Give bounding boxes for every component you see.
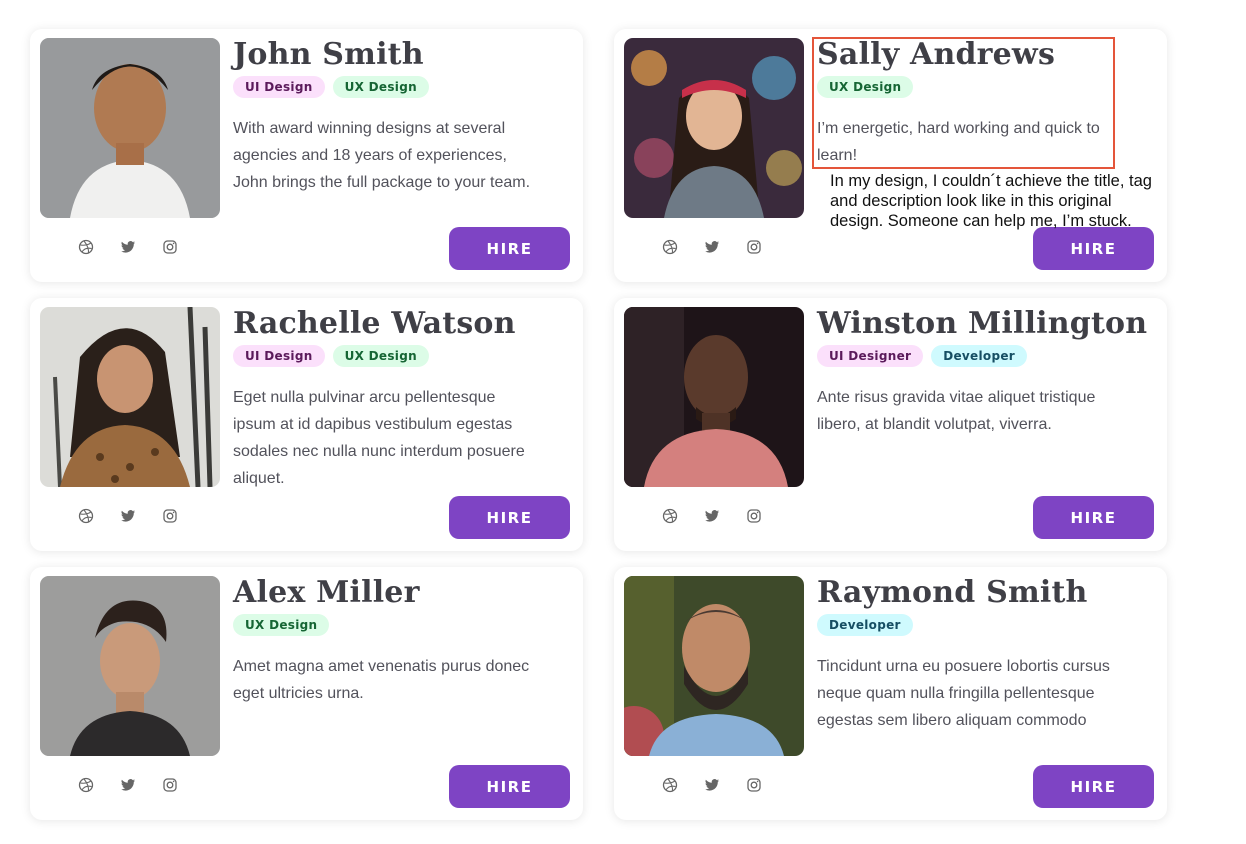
profile-name: Rachelle Watson bbox=[233, 306, 516, 341]
profile-description: Tincidunt urna eu posuere lobortis cursu… bbox=[817, 658, 1110, 729]
profile-photo bbox=[624, 38, 804, 218]
instagram-icon[interactable] bbox=[746, 777, 762, 793]
tag-list: UI Design UX Design bbox=[233, 345, 429, 367]
hire-button[interactable]: HIRE bbox=[1033, 496, 1154, 539]
dribbble-icon[interactable] bbox=[78, 777, 94, 793]
instagram-icon[interactable] bbox=[746, 239, 762, 255]
profile-card: Raymond Smith Developer Tincidunt urna e… bbox=[614, 567, 1167, 820]
tag-badge: UX Design bbox=[817, 76, 914, 98]
profile-name: Winston Millington bbox=[817, 306, 1148, 341]
dribbble-icon[interactable] bbox=[78, 239, 94, 255]
twitter-icon[interactable] bbox=[120, 777, 136, 793]
social-links bbox=[78, 239, 178, 255]
twitter-icon[interactable] bbox=[120, 239, 136, 255]
twitter-icon[interactable] bbox=[120, 508, 136, 524]
twitter-icon[interactable] bbox=[704, 777, 720, 793]
annotation-note: In my design, I couldn´t achieve the tit… bbox=[830, 172, 1152, 230]
tag-badge: UX Design bbox=[332, 345, 429, 367]
profile-photo bbox=[624, 576, 804, 756]
profile-description: Amet magna amet venenatis purus donec eg… bbox=[233, 658, 530, 702]
tag-badge: UX Design bbox=[233, 614, 330, 636]
profile-description: Eget nulla pulvinar arcu pellentesque ip… bbox=[233, 389, 525, 487]
profile-description: I’m energetic, hard working and quick to… bbox=[817, 120, 1100, 164]
hire-button[interactable]: HIRE bbox=[1033, 227, 1154, 270]
profile-card: Winston Millington UI Designer Developer… bbox=[614, 298, 1167, 551]
dribbble-icon[interactable] bbox=[662, 777, 678, 793]
social-links bbox=[78, 777, 178, 793]
instagram-icon[interactable] bbox=[162, 777, 178, 793]
profile-card: Rachelle Watson UI Design UX Design Eget… bbox=[30, 298, 583, 551]
social-links bbox=[662, 777, 762, 793]
social-links bbox=[662, 239, 762, 255]
profile-photo bbox=[40, 38, 220, 218]
instagram-icon[interactable] bbox=[746, 508, 762, 524]
tag-badge: UI Design bbox=[233, 76, 325, 98]
profile-photo bbox=[624, 307, 804, 487]
profile-card: John Smith UI Design UX Design With awar… bbox=[30, 29, 583, 282]
profile-photo bbox=[40, 307, 220, 487]
tag-badge: UI Designer bbox=[817, 345, 924, 367]
dribbble-icon[interactable] bbox=[662, 508, 678, 524]
tag-list: UX Design bbox=[233, 614, 330, 636]
tag-list: UI Design UX Design bbox=[233, 76, 429, 98]
hire-button[interactable]: HIRE bbox=[1033, 765, 1154, 808]
profile-description: Ante risus gravida vitae aliquet tristiq… bbox=[817, 389, 1096, 433]
profile-card: Alex Miller UX Design Amet magna amet ve… bbox=[30, 567, 583, 820]
twitter-icon[interactable] bbox=[704, 239, 720, 255]
hire-button[interactable]: HIRE bbox=[449, 765, 570, 808]
tag-badge: Developer bbox=[931, 345, 1027, 367]
profile-description: With award winning designs at several ag… bbox=[233, 120, 531, 191]
tag-list: UX Design bbox=[817, 76, 914, 98]
twitter-icon[interactable] bbox=[704, 508, 720, 524]
profile-name: Raymond Smith bbox=[817, 575, 1088, 610]
tag-badge: UX Design bbox=[332, 76, 429, 98]
hire-button[interactable]: HIRE bbox=[449, 227, 570, 270]
profile-name: Sally Andrews bbox=[817, 37, 1056, 72]
instagram-icon[interactable] bbox=[162, 508, 178, 524]
dribbble-icon[interactable] bbox=[78, 508, 94, 524]
profile-photo bbox=[40, 576, 220, 756]
social-links bbox=[78, 508, 178, 524]
hire-button[interactable]: HIRE bbox=[449, 496, 570, 539]
dribbble-icon[interactable] bbox=[662, 239, 678, 255]
profile-card: Sally Andrews UX Design I’m energetic, h… bbox=[614, 29, 1167, 282]
tag-badge: UI Design bbox=[233, 345, 325, 367]
profile-name: John Smith bbox=[233, 37, 424, 72]
profile-name: Alex Miller bbox=[233, 575, 420, 610]
instagram-icon[interactable] bbox=[162, 239, 178, 255]
tag-list: UI Designer Developer bbox=[817, 345, 1027, 367]
social-links bbox=[662, 508, 762, 524]
tag-list: Developer bbox=[817, 614, 913, 636]
tag-badge: Developer bbox=[817, 614, 913, 636]
